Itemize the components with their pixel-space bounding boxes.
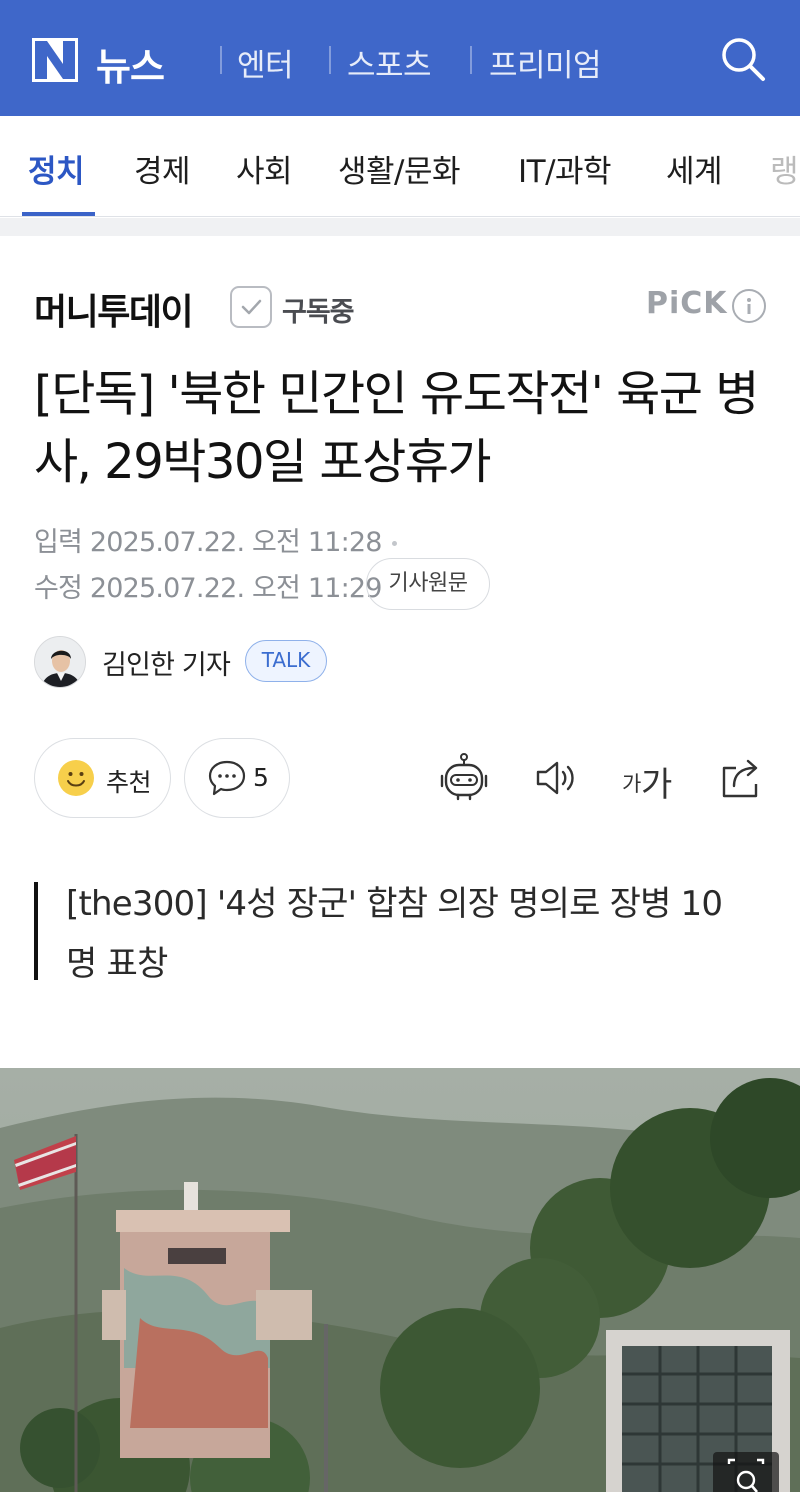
article-headline: [단독] '북한 민간인 유도작전' 육군 병사, 29박30일 포상휴가: [34, 366, 759, 490]
article-photo[interactable]: [0, 1068, 800, 1492]
reporter-name[interactable]: 김인한 기자: [102, 643, 231, 682]
service-link-entertainment[interactable]: 엔터: [237, 40, 294, 85]
tab-ranking[interactable]: 랭: [770, 146, 799, 191]
active-tab-indicator: [22, 212, 95, 216]
subscribe-check-button[interactable]: [230, 286, 272, 328]
tab-life-culture[interactable]: 생활/문화: [338, 146, 461, 191]
service-link-premium[interactable]: 프리미엄: [489, 40, 602, 85]
divider: [220, 46, 222, 74]
comment-count: 5: [253, 763, 269, 792]
font-size-small-label[interactable]: 가: [622, 768, 641, 798]
tab-society[interactable]: 사회: [236, 146, 293, 191]
robot-icon[interactable]: [438, 752, 490, 804]
section-divider: [0, 218, 800, 236]
talk-button[interactable]: TALK: [245, 640, 327, 682]
top-header: 뉴스 엔터 스포츠 프리미엄: [0, 0, 800, 116]
speaker-icon[interactable]: [532, 752, 584, 804]
tab-economy[interactable]: 경제: [134, 146, 191, 191]
font-size-large-label[interactable]: 가: [641, 757, 672, 806]
input-timestamp-text: 입력 2025.07.22. 오전 11:28: [34, 527, 383, 558]
divider: [470, 46, 472, 74]
article-summary: [the300] '4성 장군' 합참 의장 명의로 장병 10명 표창: [66, 884, 723, 984]
photo-zoom-button[interactable]: [713, 1452, 779, 1492]
subscribe-label[interactable]: 구독중: [282, 290, 355, 329]
summary-quote-bar: [34, 882, 38, 980]
category-nav: 정치 경제 사회 생활/문화 IT/과학 세계 랭: [0, 116, 800, 217]
original-article-button[interactable]: 기사원문: [366, 558, 490, 610]
comment-button[interactable]: 5: [184, 738, 290, 818]
recommend-button[interactable]: 추천: [34, 738, 171, 818]
info-icon[interactable]: [732, 289, 766, 323]
naver-logo-icon[interactable]: [32, 38, 78, 82]
input-timestamp: 입력 2025.07.22. 오전 11:28: [34, 520, 397, 559]
share-icon[interactable]: [716, 752, 768, 804]
tab-world[interactable]: 세계: [666, 146, 723, 191]
tab-politics[interactable]: 정치: [28, 146, 85, 191]
modified-timestamp: 수정 2025.07.22. 오전 11:29: [34, 573, 383, 604]
check-icon: [241, 299, 262, 315]
reporter-avatar[interactable]: [34, 636, 86, 688]
brand-title[interactable]: 뉴스: [96, 36, 165, 91]
magnifier-icon: [727, 1458, 765, 1492]
recommend-label: 추천: [106, 768, 152, 797]
service-link-sports[interactable]: 스포츠: [347, 40, 432, 85]
divider: [329, 46, 331, 74]
comment-bubble-icon: [208, 760, 246, 796]
press-name[interactable]: 머니투데이: [34, 283, 194, 335]
search-icon[interactable]: [720, 36, 766, 82]
tab-it-science[interactable]: IT/과학: [518, 146, 612, 191]
dmz-guard-post-photo: [0, 1068, 800, 1492]
smiley-icon: [58, 760, 94, 796]
dot-separator: [391, 541, 397, 546]
pick-badge: PiCK: [646, 286, 728, 321]
